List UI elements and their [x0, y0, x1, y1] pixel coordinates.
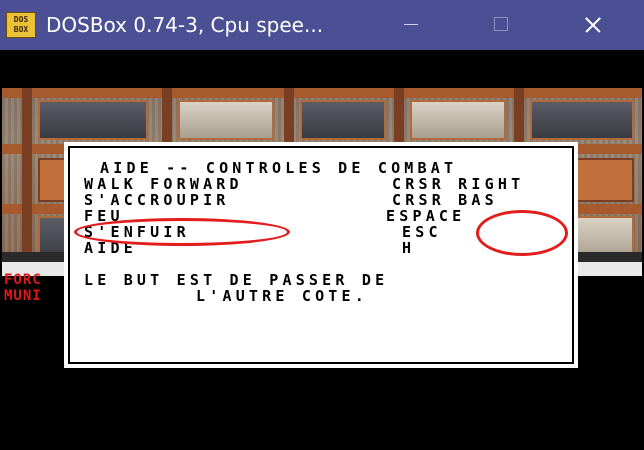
building-pillar — [22, 88, 32, 262]
hud-force-label: FORC — [4, 272, 42, 288]
status-hud: FORC MUNI — [4, 272, 42, 304]
annotation-oval-crsr-right — [476, 210, 568, 256]
help-dialog: AIDE -- CONTROLES DE COMBAT WALK FORWARD… — [64, 142, 578, 368]
building-window — [38, 100, 148, 140]
maximize-button[interactable] — [478, 0, 524, 50]
close-button[interactable] — [570, 0, 616, 50]
annotation-oval-walk-forward — [74, 218, 290, 246]
help-dialog-frame: AIDE -- CONTROLES DE COMBAT WALK FORWARD… — [68, 146, 574, 364]
control-key-walk-forward: CRSR RIGHT — [392, 175, 525, 193]
dosbox-app-icon[interactable]: DOS BOX — [6, 12, 36, 38]
control-key-fire: ESPACE — [386, 207, 466, 225]
control-key-help: H — [402, 239, 416, 257]
floor-band — [2, 88, 642, 98]
control-key-flee: ESC — [402, 223, 442, 241]
control-action-crouch: S'ACCROUPIR — [84, 191, 230, 209]
building-window — [300, 100, 386, 140]
minimize-button[interactable] — [388, 0, 434, 50]
hud-munitions-label: MUNI — [4, 288, 42, 304]
building-window — [410, 100, 506, 140]
help-dialog-heading: AIDE -- CONTROLES DE COMBAT — [100, 159, 458, 177]
icon-text-bottom: BOX — [13, 25, 29, 34]
control-key-crouch: CRSR BAS — [392, 191, 498, 209]
title-bar[interactable]: DOS BOX DOSBox 0.74-3, Cpu spee... — [0, 0, 644, 50]
window-title: DOSBox 0.74-3, Cpu spee... — [46, 13, 324, 37]
building-window — [530, 100, 634, 140]
building-window — [178, 100, 274, 140]
objective-line-2: L'AUTRE COTE. — [196, 287, 368, 305]
icon-text-top: DOS — [13, 15, 29, 24]
control-action-walk-forward: WALK FORWARD — [84, 175, 243, 193]
objective-line-1: LE BUT EST DE PASSER DE — [84, 271, 389, 289]
